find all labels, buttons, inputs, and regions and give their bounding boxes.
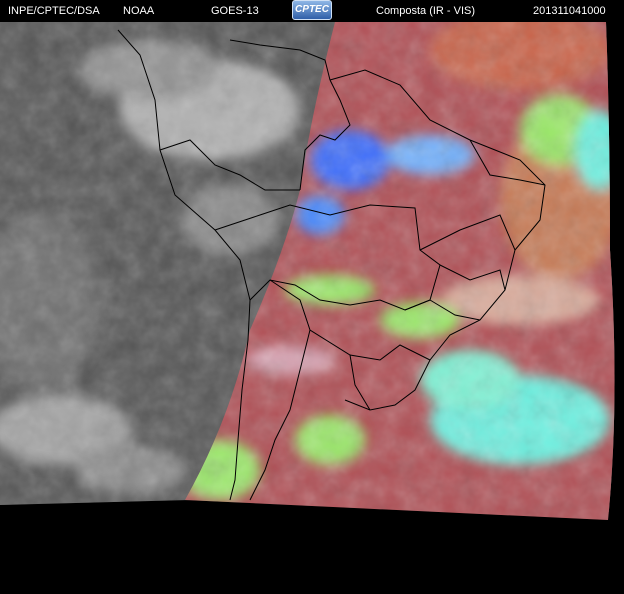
image-header: INPE/CPTEC/DSA NOAA GOES-13 CPTEC Compos… <box>0 0 624 22</box>
timestamp-label: 201311041000 <box>533 5 606 17</box>
product-label: Composta (IR - VIS) <box>376 5 476 17</box>
agency-label: NOAA <box>123 5 155 17</box>
organization-label: INPE/CPTEC/DSA <box>8 5 100 17</box>
logo-text: CPTEC <box>295 4 329 15</box>
satellite-composite-image <box>0 22 615 520</box>
satellite-label: GOES-13 <box>211 5 259 17</box>
cptec-logo: CPTEC <box>292 0 332 20</box>
